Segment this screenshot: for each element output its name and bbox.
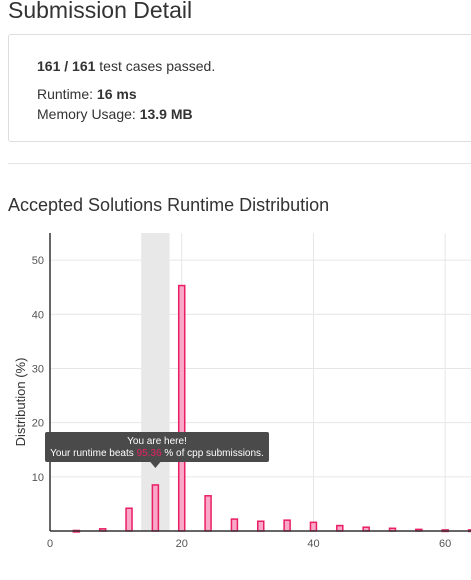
y-tick-label: 10 — [32, 472, 44, 484]
distribution-bar — [283, 519, 291, 532]
y-tick-label: 40 — [32, 309, 44, 321]
y-tick-label: 20 — [32, 418, 44, 430]
distribution-bar — [336, 524, 344, 532]
y-tick-labels: 10 20 30 40 50 — [32, 255, 44, 484]
submission-summary-panel: 161 / 161 test cases passed. Runtime: 16… — [8, 34, 471, 142]
tooltip-suffix: % of cpp submissions. — [162, 448, 264, 459]
distribution-title: Accepted Solutions Runtime Distribution — [8, 195, 330, 215]
chart-bars — [72, 284, 471, 533]
chart-grid — [50, 233, 471, 531]
x-tick-label: 0 — [47, 538, 53, 550]
distribution-bar — [257, 520, 265, 532]
tooltip-title: You are here! — [127, 436, 187, 447]
x-tick-label: 40 — [307, 538, 319, 550]
runtime-value: 16 ms — [96, 86, 137, 102]
runtime-distribution-chart[interactable]: 10 20 30 40 50 0 20 40 60 Distribution (%) You … — [0, 225, 471, 580]
tooltip-percent: 95.36 — [137, 448, 162, 459]
distribution-bar — [151, 484, 160, 532]
runtime-label: Runtime: — [37, 86, 94, 102]
tooltip-prefix: Your runtime beats — [50, 448, 136, 459]
x-tick-labels: 0 20 40 60 — [47, 538, 451, 550]
test-cases-line: 161 / 161 test cases passed. — [37, 58, 215, 74]
distribution-bar — [125, 507, 133, 532]
chart-axes — [49, 233, 471, 532]
x-tick-label: 20 — [176, 538, 188, 550]
tooltip-text: Your runtime beats 95.36 % of cpp submis… — [50, 448, 264, 459]
y-tick-label: 30 — [32, 363, 44, 375]
section-divider — [8, 163, 471, 164]
memory-label: Memory Usage: — [37, 106, 136, 122]
runtime-line: Runtime: 16 ms — [37, 86, 137, 102]
test-cases-count: 161 / 161 — [37, 58, 96, 74]
page-title: Submission Detail — [8, 0, 193, 23]
y-tick-label: 50 — [32, 255, 44, 267]
x-tick-label: 60 — [439, 538, 451, 550]
y-axis-label: Distribution (%) — [13, 358, 28, 447]
runtime-tooltip: You are here! Your runtime beats 95.36 %… — [45, 432, 269, 468]
distribution-bar — [309, 521, 318, 532]
distribution-bar — [177, 284, 186, 532]
distribution-bar — [230, 518, 239, 532]
memory-line: Memory Usage: 13.9 MB — [37, 106, 193, 122]
distribution-bar — [204, 495, 212, 532]
test-cases-label: test cases passed. — [99, 58, 216, 74]
memory-value: 13.9 MB — [139, 106, 193, 122]
